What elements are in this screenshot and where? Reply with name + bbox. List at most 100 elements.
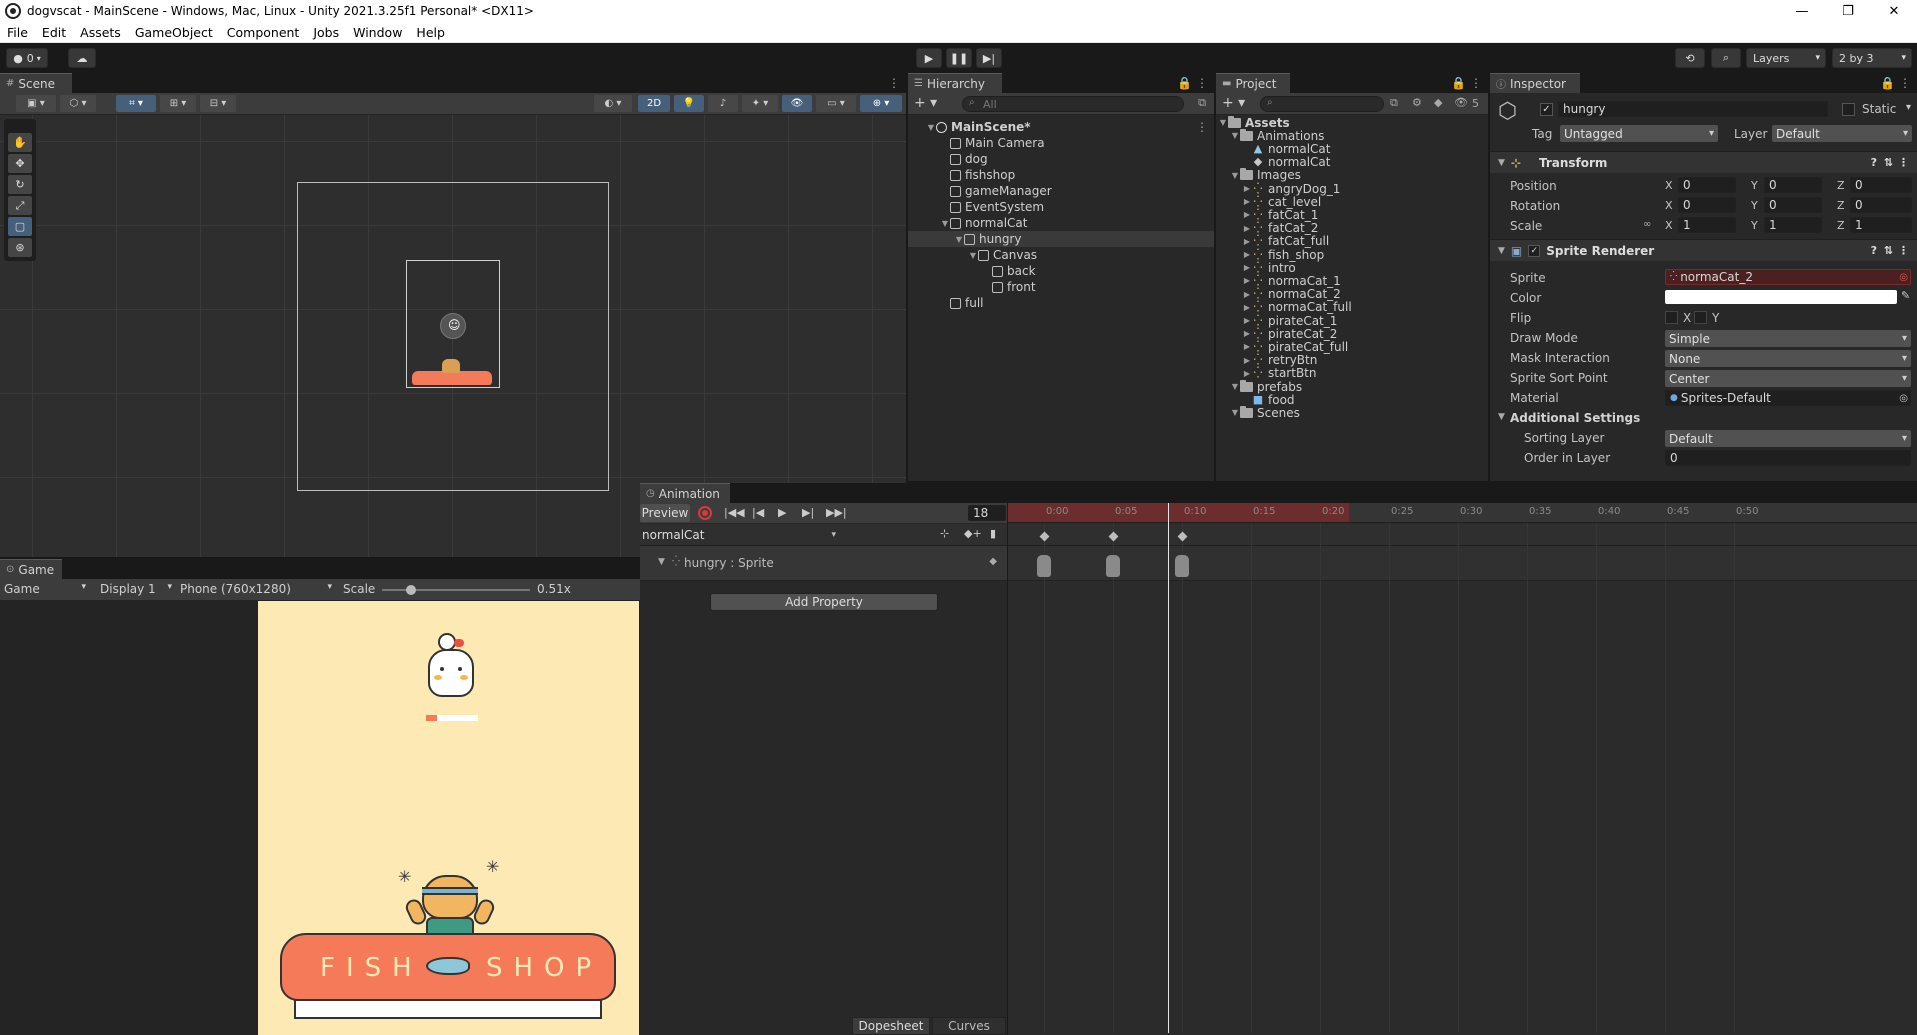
menu-help[interactable]: Help <box>409 25 452 40</box>
visibility-toggle[interactable]: 👁 <box>782 95 812 112</box>
project-item[interactable]: ▶ ⁛ startBtn <box>1216 366 1488 380</box>
preview-toggle[interactable]: Preview <box>640 504 690 522</box>
hierarchy-item[interactable]: full <box>908 295 1214 311</box>
rotation-z-field[interactable]: 0 <box>1850 197 1912 213</box>
grid-snap-button[interactable]: ⌗ ▾ <box>116 95 156 112</box>
search-by-label-icon[interactable]: ⚙ <box>1412 96 1422 109</box>
static-checkbox[interactable] <box>1842 103 1855 116</box>
foldout-arrow-icon[interactable]: ▶ <box>1242 210 1252 219</box>
scene-kebab-icon[interactable]: ⋮ <box>1196 120 1208 134</box>
component-menu-icon[interactable]: ⋮ <box>1898 156 1909 169</box>
additional-settings-label[interactable]: Additional Settings <box>1510 411 1640 425</box>
game-view-dropdown[interactable]: Game ▾ <box>4 582 86 596</box>
tab-scene[interactable]: # Scene <box>0 73 72 93</box>
project-item[interactable]: ▶ ⁛ pirateCat_full <box>1216 340 1488 354</box>
property-options-icon[interactable]: ◆ <box>989 556 997 567</box>
tag-dropdown[interactable]: Untagged <box>1560 125 1718 142</box>
cloud-button[interactable]: ☁ <box>68 48 96 68</box>
constrain-proportions-icon[interactable]: ∞ <box>1643 219 1651 230</box>
project-item[interactable]: ▶ ⁛ normaCat_2 <box>1216 287 1488 301</box>
help-icon[interactable]: ? <box>1871 156 1877 169</box>
playhead[interactable] <box>1168 503 1170 1033</box>
project-item[interactable]: ▼ Images <box>1216 168 1488 182</box>
add-property-button[interactable]: Add Property <box>710 593 938 611</box>
camera-dropdown[interactable]: ▭ ▾ <box>816 95 856 112</box>
foldout-arrow-icon[interactable]: ▼ <box>926 123 936 132</box>
project-item[interactable]: ▶ ⁛ normaCat_1 <box>1216 274 1488 288</box>
summary-keyframe-row[interactable] <box>1008 546 1917 581</box>
dopesheet-timeline[interactable]: 0:00 0:05 0:10 0:15 0:20 0:25 0:30 0:35 0:40 0:45… <box>1008 503 1917 1035</box>
scene-visibility-icon[interactable]: ⧉ <box>1198 96 1206 110</box>
pause-button[interactable]: ❚❚ <box>946 48 972 68</box>
color-swatch[interactable] <box>1665 290 1897 304</box>
menu-jobs[interactable]: Jobs <box>306 25 346 40</box>
foldout-arrow-icon[interactable]: ▶ <box>1242 342 1252 351</box>
position-y-field[interactable]: 0 <box>1764 177 1822 193</box>
next-frame-icon[interactable]: ▶| <box>802 506 814 519</box>
project-item[interactable]: ▶ ⁛ angryDog_1 <box>1216 182 1488 196</box>
component-menu-icon[interactable]: ⋮ <box>1898 244 1909 257</box>
create-add-icon[interactable]: + ▾ <box>914 95 937 111</box>
step-button[interactable]: ▶| <box>976 48 1002 68</box>
hierarchy-item[interactable]: gameManager <box>908 183 1214 199</box>
foldout-arrow-icon[interactable]: ▼ <box>1230 171 1240 180</box>
project-item[interactable]: ▶ ⁛ intro <box>1216 261 1488 275</box>
scale-slider[interactable] <box>382 585 530 595</box>
hierarchy-item[interactable]: ▼ Canvas <box>908 247 1214 263</box>
hierarchy-lock-icon[interactable]: 🔒 <box>1177 76 1192 90</box>
mask-interaction-dropdown[interactable]: None <box>1665 350 1911 367</box>
draw-mode-dropdown[interactable]: ▣ ▾ <box>16 95 56 112</box>
history-button[interactable]: ⟲ <box>1675 48 1705 68</box>
hidden-packages-icon[interactable]: 👁 <box>1454 96 1468 109</box>
foldout-arrow-icon[interactable]: ▼ <box>1230 382 1240 391</box>
sprite-keyframe[interactable] <box>1037 555 1051 577</box>
project-item[interactable]: ▶ ⁛ fatCat_1 <box>1216 208 1488 222</box>
project-item[interactable]: ▶ ⁛ normaCat_full <box>1216 300 1488 314</box>
layer-dropdown[interactable]: Default <box>1772 125 1912 142</box>
project-item[interactable]: ▲ normalCat <box>1216 142 1488 156</box>
foldout-arrow-icon[interactable]: ▶ <box>1242 224 1252 233</box>
effects-dropdown[interactable]: ✦ ▾ <box>742 95 778 112</box>
sprite-renderer-header[interactable]: ▼ ▣ ✓ Sprite Renderer ? ⇅ ⋮ <box>1490 239 1917 261</box>
tab-curves[interactable]: Curves <box>932 1017 1006 1035</box>
foldout-arrow-icon[interactable]: ▼ <box>940 219 950 228</box>
object-name-field[interactable]: hungry <box>1558 101 1828 117</box>
search-button[interactable]: ⌕ <box>1711 48 1741 68</box>
menu-component[interactable]: Component <box>220 25 307 40</box>
selected-sprite-gizmo[interactable]: ☺ <box>440 313 466 339</box>
move-tool[interactable]: ✥ <box>8 154 32 173</box>
object-picker-icon[interactable]: ◎ <box>1899 393 1908 404</box>
tab-project[interactable]: ▬ Project <box>1216 73 1290 93</box>
filter-selection-icon[interactable]: ⊹ <box>940 527 949 540</box>
frame-field[interactable]: 18 <box>968 505 1006 521</box>
material-field[interactable]: ● Sprites-Default ◎ <box>1665 390 1911 406</box>
project-lock-icon[interactable]: 🔒 <box>1451 76 1466 90</box>
menu-file[interactable]: File <box>0 25 35 40</box>
hierarchy-kebab-icon[interactable]: ⋮ <box>1196 76 1208 90</box>
play-animation-icon[interactable]: ▶ <box>778 506 786 519</box>
close-button[interactable]: ✕ <box>1871 0 1917 22</box>
sprite-keyframe[interactable] <box>1175 555 1189 577</box>
first-frame-icon[interactable]: |◀◀ <box>724 506 745 519</box>
maximize-button[interactable]: ❐ <box>1825 0 1871 22</box>
clip-dropdown[interactable]: normalCat ▾ <box>642 526 842 543</box>
project-item[interactable]: ▼ Assets <box>1216 115 1488 130</box>
hierarchy-item[interactable]: dog <box>908 151 1214 167</box>
position-x-field[interactable]: 0 <box>1678 177 1736 193</box>
menu-gameobject[interactable]: GameObject <box>128 25 220 40</box>
foldout-arrow-icon[interactable]: ▶ <box>1242 237 1252 246</box>
lighting-toggle[interactable]: 💡 <box>674 95 704 112</box>
sort-point-dropdown[interactable]: Center <box>1665 370 1911 387</box>
inspector-kebab-icon[interactable]: ⋮ <box>1899 76 1911 90</box>
hierarchy-item[interactable]: Main Camera <box>908 135 1214 151</box>
scale-y-field[interactable]: 1 <box>1764 217 1822 233</box>
hierarchy-item[interactable]: ▼ normalCat <box>908 215 1214 231</box>
draw-mode-dropdown[interactable]: Simple <box>1665 330 1911 347</box>
2d-toggle[interactable]: 2D <box>638 95 670 112</box>
hand-tool[interactable]: ✋ <box>8 133 32 152</box>
preset-icon[interactable]: ⇅ <box>1884 156 1893 169</box>
foldout-arrow-icon[interactable]: ▶ <box>1242 290 1252 299</box>
sprite-keyframe[interactable] <box>1106 555 1120 577</box>
hierarchy-item[interactable]: back <box>908 263 1214 279</box>
scale-x-field[interactable]: 1 <box>1678 217 1736 233</box>
